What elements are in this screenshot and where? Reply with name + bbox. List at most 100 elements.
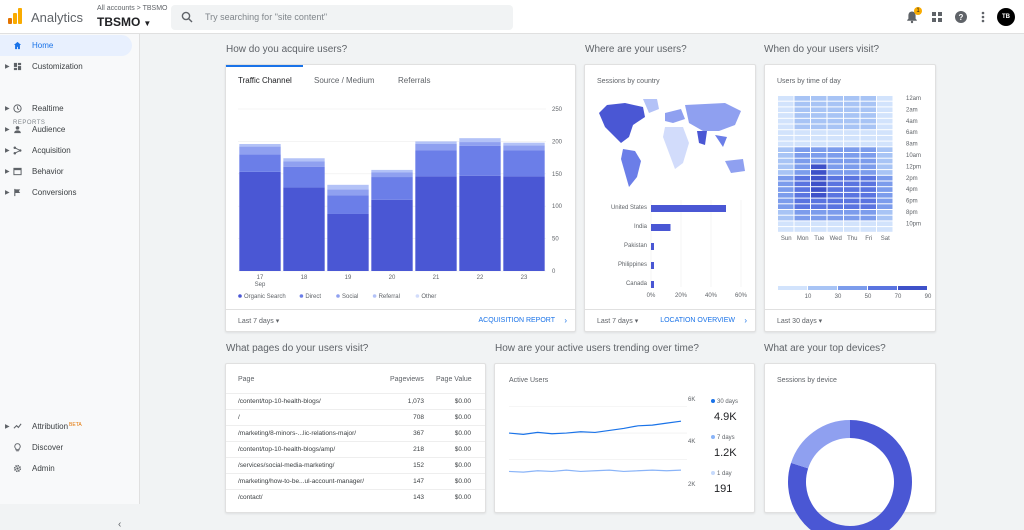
heatmap-cell[interactable] [794, 113, 811, 118]
heatmap-cell[interactable] [794, 192, 811, 198]
heatmap-cell[interactable] [827, 204, 844, 209]
page-path[interactable]: / [238, 414, 240, 421]
heatmap-cell[interactable] [860, 221, 877, 227]
heatmap-cell[interactable] [877, 96, 893, 101]
sidebar-item-customization[interactable]: ▶ Customization [0, 56, 132, 77]
heatmap-cell[interactable] [860, 124, 877, 130]
heatmap-cell[interactable] [877, 153, 893, 158]
table-row[interactable]: /marketing/how-to-be...ul-account-manage… [226, 473, 485, 489]
table-row[interactable]: /marketing/8-minors-...lic-relations-maj… [226, 425, 485, 441]
heatmap-cell[interactable] [794, 130, 811, 135]
account-selector[interactable]: TBSMO ▼ [97, 15, 151, 29]
heatmap-cell[interactable] [778, 96, 794, 101]
sidebar-item-realtime[interactable]: ▶ Realtime [0, 98, 132, 119]
bar-segment[interactable] [327, 195, 369, 214]
heatmap-cell[interactable] [877, 158, 893, 164]
sidebar-item-attribution[interactable]: ▶ AttributionBETA [0, 416, 132, 437]
heatmap-cell[interactable] [778, 215, 794, 221]
heatmap-cell[interactable] [794, 187, 811, 192]
bar-segment[interactable] [239, 146, 281, 155]
heatmap-cell[interactable] [811, 198, 827, 204]
heatmap-cell[interactable] [794, 210, 811, 215]
table-row[interactable]: /contact/143 $0.00 [226, 489, 485, 505]
heatmap-cell[interactable] [794, 164, 811, 170]
bar-segment[interactable] [327, 184, 369, 190]
date-range-dropdown[interactable]: Last 7 days ▾ [597, 317, 638, 325]
heatmap-cell[interactable] [860, 118, 877, 124]
heatmap-cell[interactable] [844, 107, 860, 113]
heatmap-cell[interactable] [844, 118, 860, 124]
heatmap-cell[interactable] [778, 210, 794, 215]
heatmap-cell[interactable] [811, 130, 827, 135]
heatmap-cell[interactable] [844, 158, 860, 164]
heatmap-cell[interactable] [811, 175, 827, 181]
bar-segment[interactable] [415, 143, 457, 151]
heatmap-cell[interactable] [811, 135, 827, 141]
bar-segment[interactable] [415, 176, 457, 271]
heatmap-cell[interactable] [827, 227, 844, 232]
heatmap-cell[interactable] [778, 101, 794, 107]
heatmap-cell[interactable] [827, 192, 844, 198]
bar-segment[interactable] [239, 143, 281, 147]
heatmap-cell[interactable] [778, 113, 794, 118]
bar-segment[interactable] [503, 142, 545, 146]
heatmap-cell[interactable] [860, 198, 877, 204]
heatmap-cell[interactable] [860, 113, 877, 118]
heatmap-cell[interactable] [811, 164, 827, 170]
heatmap-cell[interactable] [778, 170, 794, 175]
page-path[interactable]: /contact/ [238, 494, 263, 501]
heatmap-cell[interactable] [877, 107, 893, 113]
heatmap-cell[interactable] [860, 204, 877, 209]
series-line[interactable] [508, 420, 682, 436]
bar-segment[interactable] [283, 158, 325, 162]
heatmap-cell[interactable] [794, 175, 811, 181]
heatmap-cell[interactable] [860, 215, 877, 221]
heatmap-cell[interactable] [827, 198, 844, 204]
sidebar-item-home[interactable]: Home [0, 35, 132, 56]
heatmap-cell[interactable] [827, 135, 844, 141]
chevron-right-icon[interactable]: › [564, 316, 567, 325]
heatmap-cell[interactable] [877, 130, 893, 135]
heatmap-cell[interactable] [811, 192, 827, 198]
sidebar-item-admin[interactable]: Admin [0, 458, 132, 479]
heatmap-cell[interactable] [844, 192, 860, 198]
bar-segment[interactable] [283, 187, 325, 271]
heatmap-cell[interactable] [811, 107, 827, 113]
heatmap-cell[interactable] [794, 215, 811, 221]
heatmap-cell[interactable] [778, 158, 794, 164]
bar-segment[interactable] [459, 138, 501, 143]
bar-segment[interactable] [415, 150, 457, 177]
heatmap-cell[interactable] [778, 107, 794, 113]
heatmap-cell[interactable] [844, 135, 860, 141]
heatmap-cell[interactable] [844, 215, 860, 221]
heatmap-cell[interactable] [877, 101, 893, 107]
bar-segment[interactable] [503, 145, 545, 151]
table-row[interactable]: /services/social-media-marketing/152 $0.0… [226, 457, 485, 473]
heatmap-cell[interactable] [844, 198, 860, 204]
sidebar-item-audience[interactable]: ▶ Audience [0, 119, 132, 140]
bar-segment[interactable] [371, 172, 413, 178]
page-path[interactable]: /marketing/8-minors-...lic-relations-maj… [238, 430, 356, 437]
heatmap-cell[interactable] [778, 181, 794, 187]
pageviews-column-header[interactable]: Pageviews [390, 376, 424, 383]
heatmap-cell[interactable] [877, 227, 893, 232]
page-column-header[interactable]: Page [238, 376, 254, 383]
heatmap-cell[interactable] [860, 135, 877, 141]
heatmap-cell[interactable] [844, 124, 860, 130]
country-bar[interactable] [651, 262, 654, 269]
heatmap-cell[interactable] [877, 124, 893, 130]
heatmap-cell[interactable] [860, 227, 877, 232]
heatmap-cell[interactable] [794, 141, 811, 147]
heatmap-cell[interactable] [844, 204, 860, 209]
heatmap-cell[interactable] [860, 107, 877, 113]
heatmap-cell[interactable] [860, 147, 877, 152]
heatmap-cell[interactable] [877, 135, 893, 141]
heatmap-cell[interactable] [844, 141, 860, 147]
heatmap-cell[interactable] [827, 101, 844, 107]
heatmap-cell[interactable] [794, 153, 811, 158]
heatmap-cell[interactable] [844, 164, 860, 170]
date-range-dropdown[interactable]: Last 7 days ▾ [238, 317, 279, 325]
heatmap-cell[interactable] [811, 204, 827, 209]
heatmap-cell[interactable] [877, 198, 893, 204]
avatar[interactable]: TB [997, 8, 1015, 26]
